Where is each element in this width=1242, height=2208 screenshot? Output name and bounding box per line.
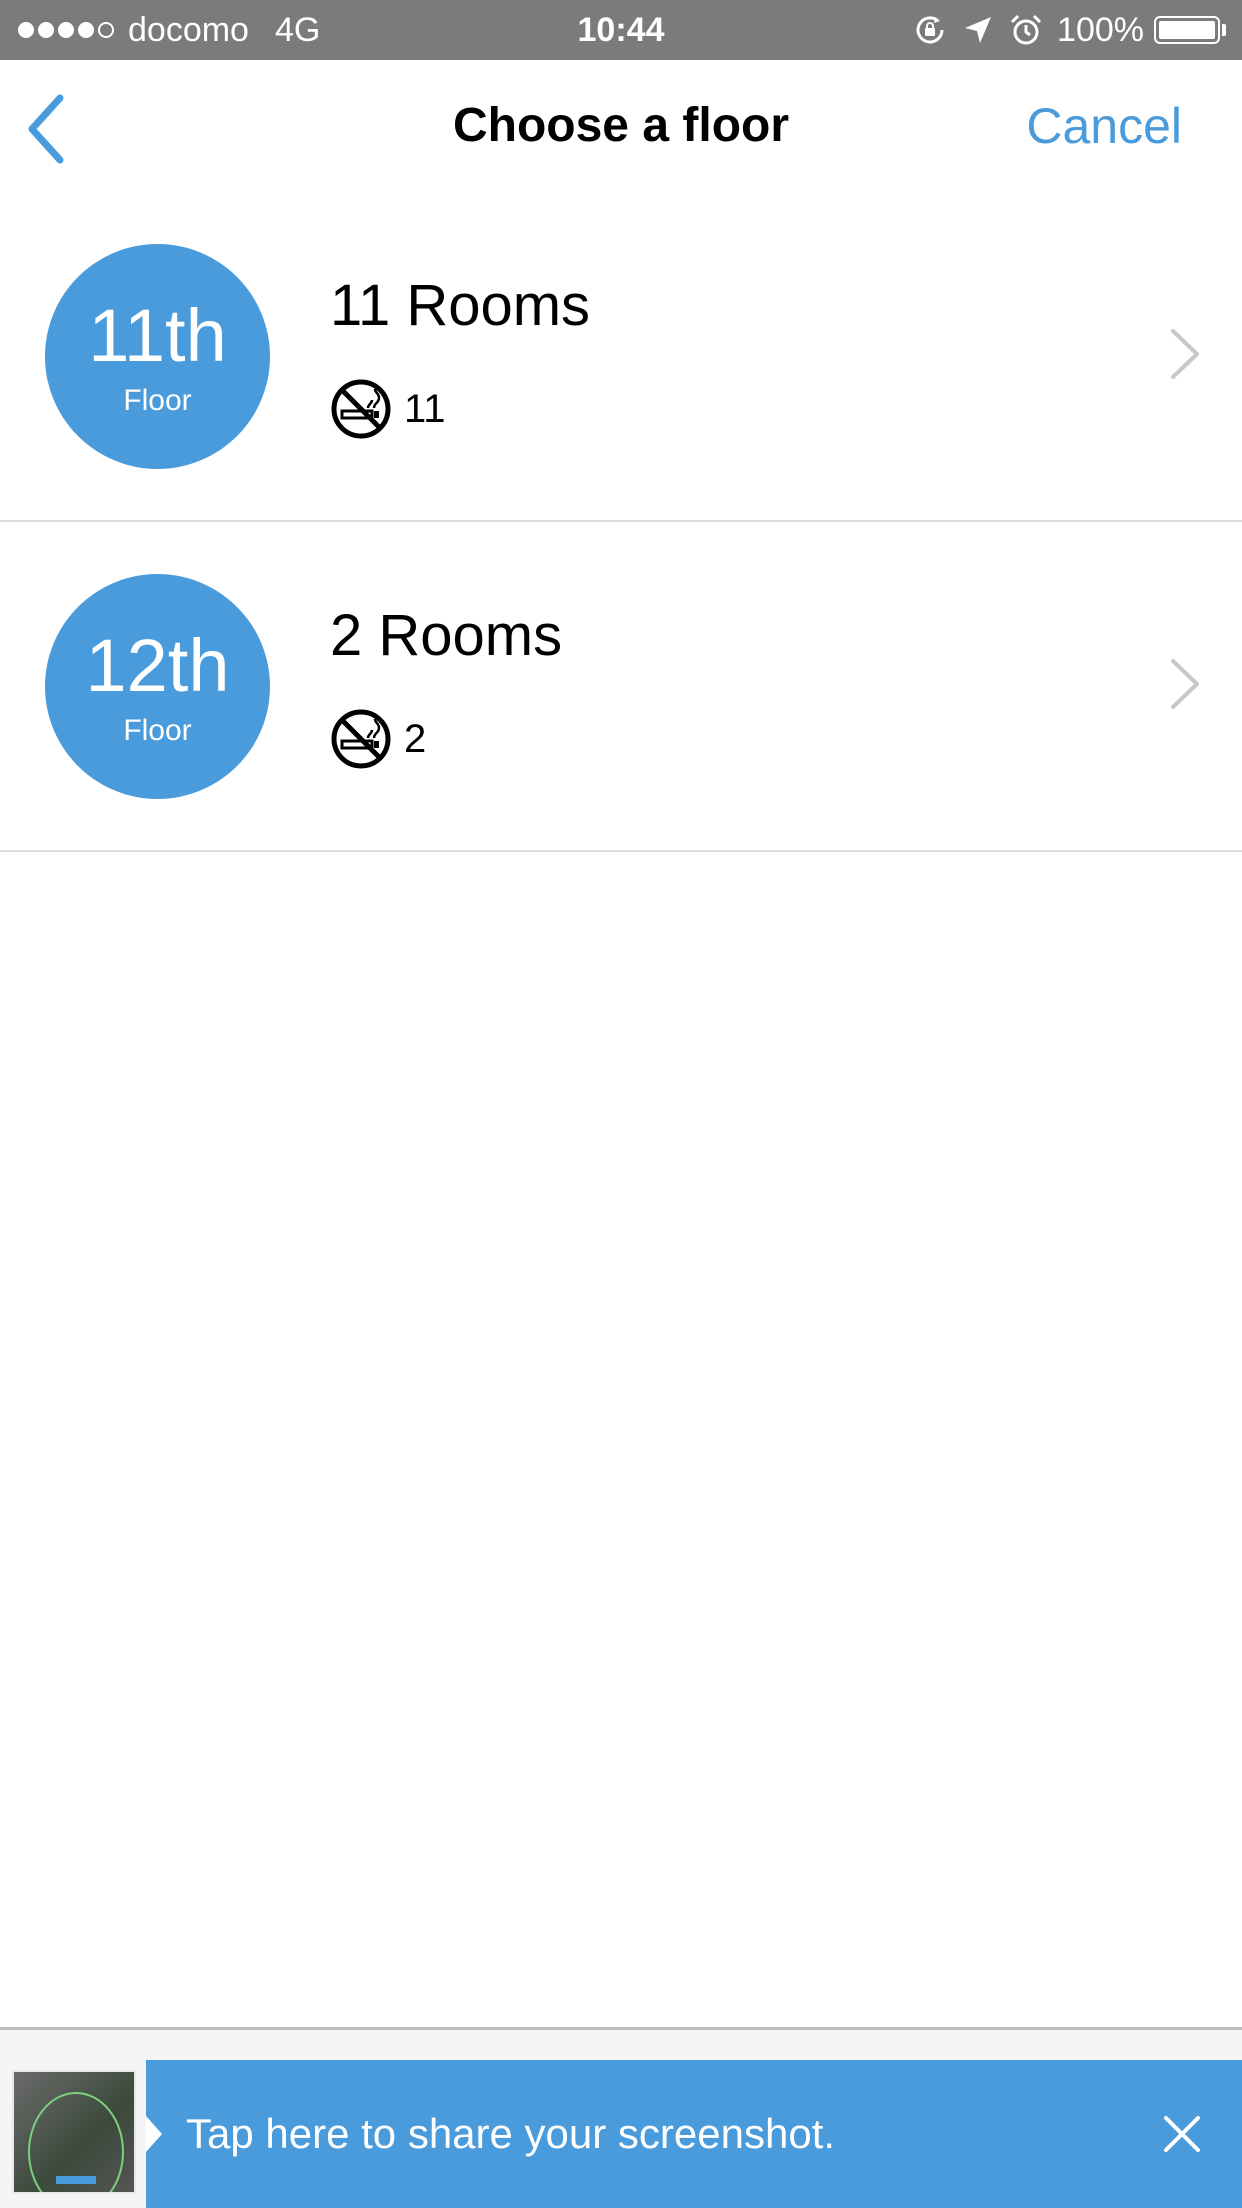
floor-number: 11th	[88, 294, 227, 377]
navigation-bar: Choose a floor Cancel	[0, 60, 1242, 192]
alarm-clock-icon	[1010, 14, 1042, 45]
floor-row-11th[interactable]: 11th Floor 11 Rooms 11	[0, 192, 1242, 522]
cancel-button[interactable]: Cancel	[1026, 60, 1182, 192]
floor-list: 11th Floor 11 Rooms 11 12th Floor 2 Room…	[0, 192, 1242, 852]
non-smoking-count: 11	[404, 386, 446, 431]
floor-badge: 12th Floor	[45, 574, 270, 799]
share-message: Tap here to share your screenshot.	[186, 2110, 836, 2157]
chevron-left-icon[interactable]	[26, 94, 86, 164]
non-smoking-info: 11	[330, 378, 446, 440]
status-bar: docomo 4G 10:44 100%	[0, 0, 1242, 60]
share-banner: Tap here to share your screenshot.	[0, 2030, 1242, 2208]
screenshot-thumbnail[interactable]	[12, 2070, 136, 2194]
battery-percent: 100%	[1057, 10, 1144, 49]
status-right: 100%	[913, 0, 1226, 60]
floor-label: Floor	[123, 384, 192, 417]
location-arrow-icon	[965, 17, 992, 43]
battery-level	[1159, 21, 1215, 39]
floor-badge: 11th Floor	[45, 244, 270, 469]
chevron-right-icon	[1171, 329, 1199, 379]
orientation-lock-icon	[916, 16, 944, 44]
chevron-right-icon	[1171, 659, 1199, 709]
battery-icon	[1154, 16, 1220, 44]
close-icon[interactable]	[1162, 2114, 1202, 2154]
no-smoking-icon	[331, 709, 391, 769]
floor-label: Floor	[123, 714, 192, 747]
non-smoking-count: 2	[404, 716, 427, 761]
battery-tip	[1222, 24, 1226, 36]
rooms-count: 2 Rooms	[330, 603, 563, 668]
no-smoking-icon	[331, 379, 391, 439]
floor-number: 12th	[85, 624, 230, 707]
non-smoking-info: 2	[330, 708, 426, 770]
rooms-count: 11 Rooms	[330, 273, 591, 338]
share-pointer	[146, 2116, 162, 2152]
floor-row-12th[interactable]: 12th Floor 2 Rooms 2	[0, 522, 1242, 852]
thumbnail-button	[56, 2176, 96, 2184]
